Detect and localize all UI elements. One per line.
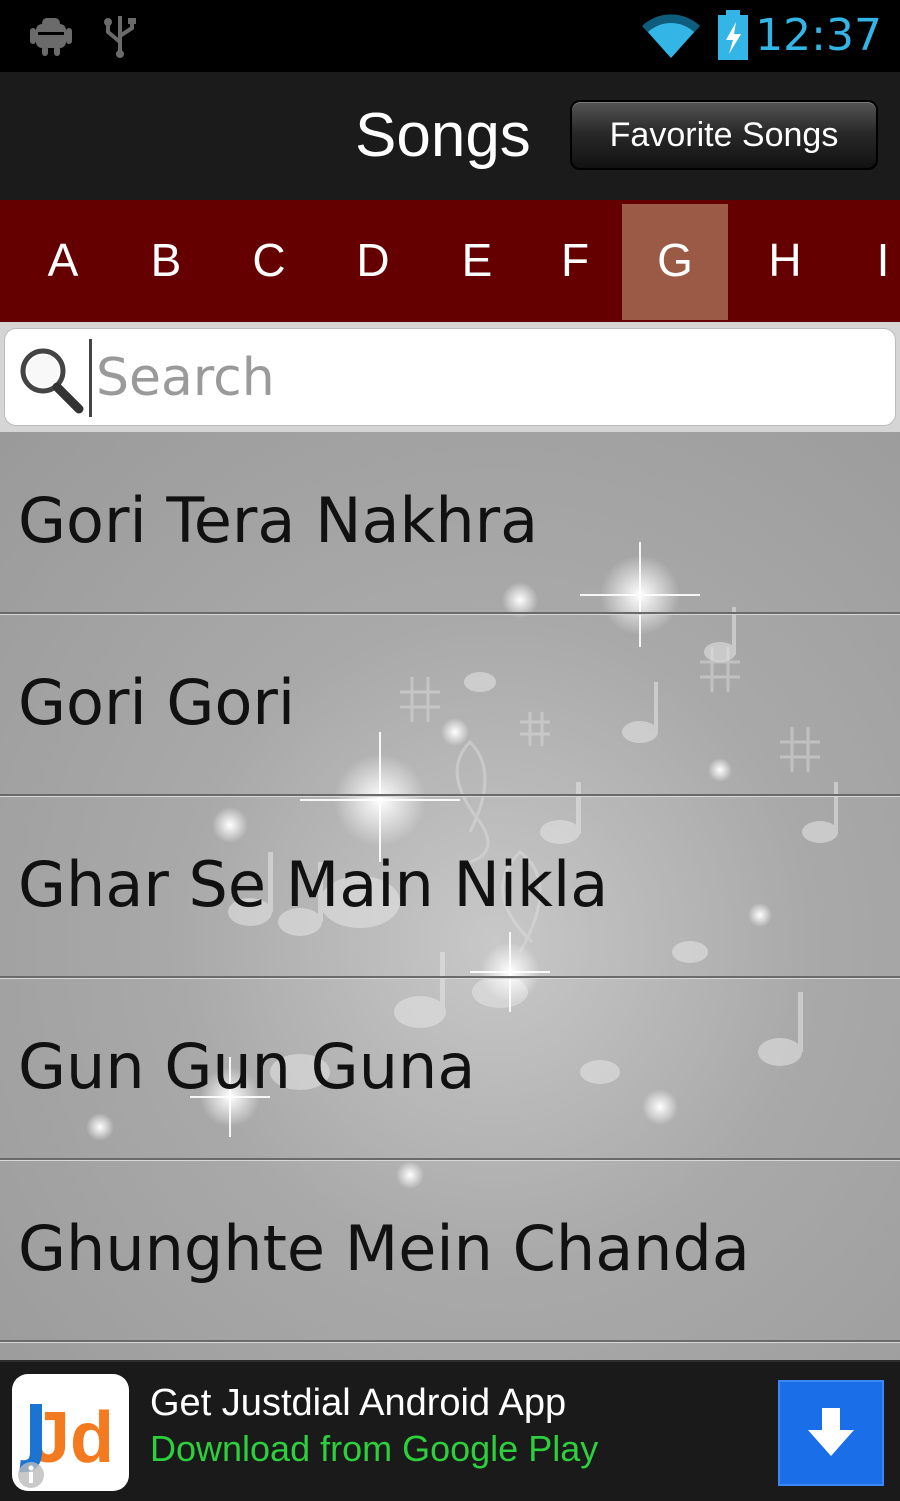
song-title: Gori Gori [18, 666, 296, 739]
song-list[interactable]: Gori Tera Nakhra Gori Gori Ghar Se Main … [0, 432, 900, 1360]
alphabet-tab-g[interactable]: G [622, 204, 728, 320]
ad-title: Get Justdial Android App [150, 1382, 567, 1424]
info-icon[interactable] [16, 1460, 46, 1490]
song-title: Ghar Se Main Nikla [18, 848, 609, 921]
alphabet-tab-f[interactable]: F [522, 204, 628, 320]
usb-icon [104, 14, 136, 62]
alphabet-tab-a[interactable]: A [10, 204, 116, 320]
song-item[interactable]: Gun Gun Guna [0, 978, 900, 1160]
song-title: Ghunghte Mein Chanda [18, 1212, 750, 1285]
alphabet-tab-d[interactable]: D [320, 204, 426, 320]
download-button[interactable] [778, 1380, 884, 1486]
search-input[interactable] [89, 339, 876, 417]
alphabet-tab-c[interactable]: C [216, 204, 322, 320]
favorite-songs-button[interactable]: Favorite Songs [570, 100, 878, 170]
song-title: Gun Gun Guna [18, 1030, 476, 1103]
search-icon [15, 343, 91, 419]
page-title: Songs [355, 101, 531, 170]
download-arrow-icon [808, 1408, 854, 1456]
status-bar: 12:37 [0, 0, 900, 72]
search-box[interactable] [4, 328, 896, 426]
song-item[interactable]: Ghar Se Main Nikla [0, 796, 900, 978]
title-bar: Songs Favorite Songs [0, 72, 900, 200]
search-bar [0, 322, 900, 432]
battery-charging-icon [716, 10, 750, 64]
song-item[interactable]: Gori Tera Nakhra [0, 432, 900, 614]
alphabet-tab-i[interactable]: I [830, 204, 900, 320]
alphabet-tab-e[interactable]: E [424, 204, 530, 320]
song-title: Gori Tera Nakhra [18, 484, 539, 557]
ad-subtitle: Download from Google Play [150, 1428, 599, 1469]
song-item[interactable]: Ghunghte Mein Chanda [0, 1160, 900, 1342]
status-clock: 12:37 [755, 10, 882, 61]
alphabet-tab-h[interactable]: H [732, 204, 838, 320]
alphabet-bar: A B C D E F G H I [0, 200, 900, 322]
wifi-icon [640, 12, 702, 62]
android-debug-icon [30, 14, 72, 62]
ad-banner[interactable]: Jd Get Justdial Android App Download fro… [0, 1360, 900, 1501]
alphabet-tab-b[interactable]: B [113, 204, 219, 320]
song-item[interactable]: Gori Gori [0, 614, 900, 796]
